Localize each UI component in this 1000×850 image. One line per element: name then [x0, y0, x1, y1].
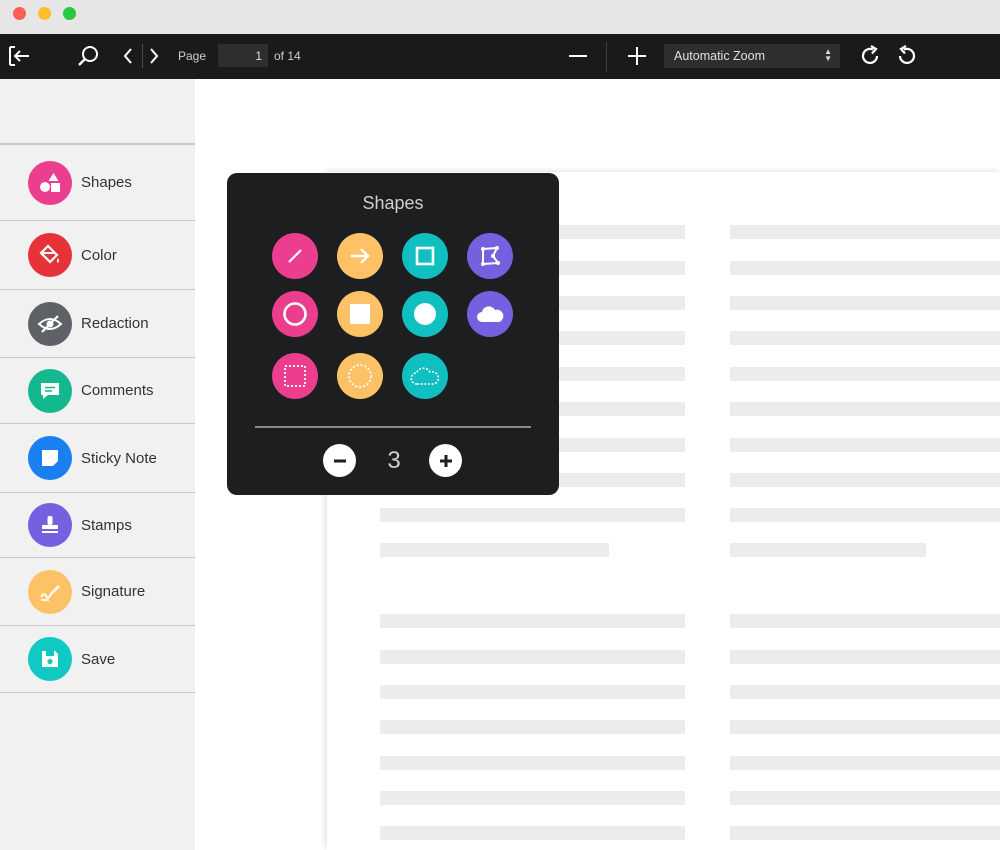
eye-slash-icon: [28, 301, 72, 346]
shapes-icon: [28, 160, 72, 205]
exit-icon[interactable]: [5, 42, 33, 70]
cloud-filled-tool-icon[interactable]: [467, 291, 513, 337]
tools-sidebar: Shapes Color Redaction Comments Sticky N…: [0, 79, 195, 850]
sidebar-item-color[interactable]: Color: [0, 221, 195, 290]
text-line: [380, 650, 685, 664]
sidebar-item-redaction[interactable]: Redaction: [0, 290, 195, 358]
text-line: [730, 508, 1000, 522]
text-line: [730, 614, 1000, 628]
shapes-popup: Shapes 3: [227, 173, 559, 495]
text-line: [380, 720, 685, 734]
sidebar-item-label: Save: [81, 650, 116, 668]
circle-outline-tool-icon[interactable]: [272, 291, 318, 337]
page-number-input[interactable]: [218, 44, 268, 67]
cloud-dashed-tool-icon[interactable]: [402, 353, 448, 399]
sidebar-item-label: Stamps: [81, 516, 132, 534]
signature-icon: [28, 569, 72, 614]
sidebar-item-label: Color: [81, 246, 117, 264]
text-line: [730, 296, 1000, 310]
page-label: Page: [178, 49, 207, 63]
minus-icon: [333, 459, 346, 462]
popup-divider: [255, 426, 531, 428]
line-tool-icon[interactable]: [272, 233, 318, 279]
text-line: [380, 791, 685, 805]
text-line: [730, 756, 1000, 770]
toolbar-divider: [606, 42, 607, 72]
text-line: [730, 367, 1000, 381]
rotate-clockwise-icon[interactable]: [856, 42, 884, 70]
rectangle-dashed-tool-icon[interactable]: [272, 353, 318, 399]
increase-width-button[interactable]: [429, 444, 462, 477]
text-line: [730, 402, 1000, 416]
text-line: [730, 650, 1000, 664]
text-line: [730, 438, 1000, 452]
close-window-button[interactable]: [13, 7, 26, 20]
maximize-window-button[interactable]: [63, 7, 76, 20]
stroke-width-value: 3: [387, 447, 401, 474]
sidebar-item-sticky-note[interactable]: Sticky Note: [0, 424, 195, 493]
stamp-icon: [28, 503, 72, 547]
sidebar-item-shapes[interactable]: Shapes: [0, 145, 195, 221]
text-line: [730, 826, 1000, 840]
sidebar-item-signature[interactable]: Signature: [0, 558, 195, 626]
text-line: [730, 720, 1000, 734]
text-line: [730, 225, 1000, 239]
sidebar-item-save[interactable]: Save: [0, 626, 195, 693]
minimize-window-button[interactable]: [38, 7, 51, 20]
text-line: [730, 791, 1000, 805]
rectangle-outline-tool-icon[interactable]: [402, 233, 448, 279]
paint-bucket-icon: [28, 233, 72, 277]
polygon-tool-icon[interactable]: [467, 233, 513, 279]
search-icon[interactable]: [74, 42, 102, 70]
zoom-select[interactable]: Automatic Zoom ▲ ▼: [664, 44, 840, 68]
comment-icon: [28, 368, 72, 413]
minus-icon[interactable]: [564, 42, 592, 70]
text-line: [380, 614, 685, 628]
next-page-icon[interactable]: [140, 42, 168, 70]
sidebar-item-stamps[interactable]: Stamps: [0, 493, 195, 558]
text-line: [380, 826, 685, 840]
save-icon: [28, 637, 72, 681]
page-count-label: of 14: [274, 49, 301, 63]
window-titlebar: [0, 0, 1000, 34]
sidebar-item-label: Signature: [81, 583, 146, 600]
zoom-select-value: Automatic Zoom: [674, 49, 766, 63]
plus-icon[interactable]: [623, 42, 651, 70]
sidebar-item-comments[interactable]: Comments: [0, 358, 195, 424]
text-line: [730, 543, 926, 557]
arrow-tool-icon[interactable]: [337, 233, 383, 279]
rotate-counterclockwise-icon[interactable]: [893, 42, 921, 70]
popup-title: Shapes: [362, 193, 424, 213]
text-line: [380, 685, 685, 699]
sidebar-item-label: Sticky Note: [81, 449, 157, 467]
sidebar-item-label: Comments: [81, 382, 154, 399]
text-line: [380, 508, 685, 522]
sidebar-item-label: Redaction: [81, 315, 149, 332]
previous-page-icon[interactable]: [114, 42, 142, 70]
text-line: [380, 756, 685, 770]
text-line: [730, 473, 1000, 487]
plus-icon: [439, 454, 452, 467]
decrease-width-button[interactable]: [323, 444, 356, 477]
text-line: [730, 261, 1000, 275]
circle-dashed-tool-icon[interactable]: [337, 353, 383, 399]
sticky-note-icon: [28, 436, 72, 480]
rectangle-filled-tool-icon[interactable]: [337, 291, 383, 337]
text-line: [730, 331, 1000, 345]
text-line: [380, 543, 609, 557]
sidebar-item-label: Shapes: [81, 174, 132, 191]
circle-filled-tool-icon[interactable]: [402, 291, 448, 337]
text-line: [730, 685, 1000, 699]
viewer-toolbar: Page of 14 Automatic Zoom ▲▼: [0, 34, 1000, 79]
select-arrows-icon: ▲ ▼: [824, 47, 832, 63]
